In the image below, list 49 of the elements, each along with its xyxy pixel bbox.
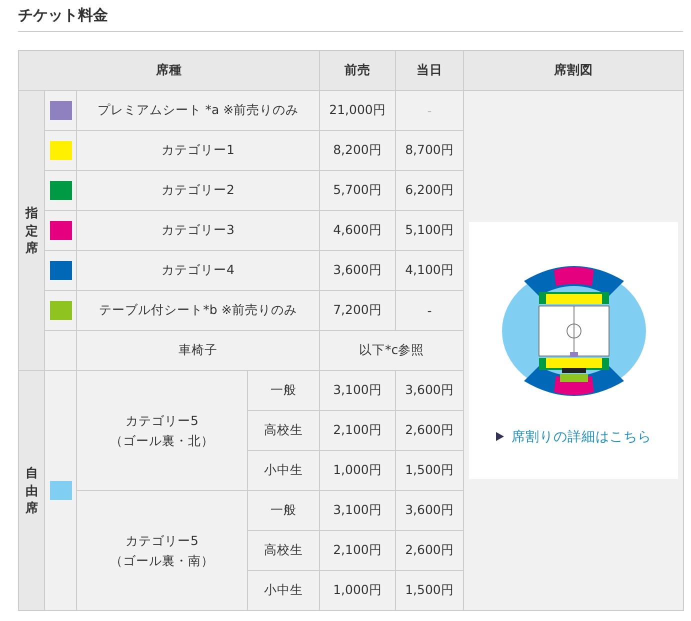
table-cell: 小中生 (248, 450, 320, 490)
table-cell: 高校生 (248, 530, 320, 570)
play-icon (496, 432, 504, 441)
table-cell: 1,500円 (396, 570, 464, 610)
column-header: 前売 (320, 50, 396, 90)
table-cell: 8,700円 (396, 130, 464, 170)
table-cell: 2,600円 (396, 410, 464, 450)
table-cell: 4,600円 (320, 210, 396, 250)
table-cell: 以下*c参照 (320, 330, 464, 370)
table-cell: 2,100円 (320, 530, 396, 570)
table-cell: カテゴリー4 (76, 250, 320, 290)
table-cell: 1,500円 (396, 450, 464, 490)
table-cell: 3,100円 (320, 370, 396, 410)
table-cell: 1,000円 (320, 450, 396, 490)
table-cell: 5,100円 (396, 210, 464, 250)
table-cell: 一般 (248, 490, 320, 530)
group-label: 指定席 (25, 204, 38, 257)
table-cell: 21,000円 (320, 90, 396, 130)
table-cell: カテゴリー2 (76, 170, 320, 210)
table-cell: 一般 (248, 370, 320, 410)
seat-map-link[interactable]: 席割りの詳細はこちら (496, 428, 652, 446)
table-cell: 4,100円 (396, 250, 464, 290)
table-cell: - (396, 290, 464, 330)
table-cell: 1,000円 (320, 570, 396, 610)
table-cell: 8,200円 (320, 130, 396, 170)
table-cell: 3,600円 (396, 370, 464, 410)
table-cell: 車椅子 (76, 330, 320, 370)
table-cell: 3,100円 (320, 490, 396, 530)
table-cell: 3,600円 (320, 250, 396, 290)
table-cell: 2,600円 (396, 530, 464, 570)
table-cell: 3,600円 (396, 490, 464, 530)
table-cell: 7,200円 (320, 290, 396, 330)
table-cell: 5,700円 (320, 170, 396, 210)
section-title: チケット料金 (18, 5, 108, 26)
group-label: 自由席 (25, 464, 38, 517)
table-cell: 6,200円 (396, 170, 464, 210)
table-cell: カテゴリー3 (76, 210, 320, 250)
table-cell: カテゴリー1 (76, 130, 320, 170)
table-cell: テーブル付シート*b ※前売りのみ (76, 290, 320, 330)
column-header: 席種 (18, 50, 320, 90)
table-cell: 2,100円 (320, 410, 396, 450)
table-cell-text: カテゴリー5 （ゴール裏・南） (110, 532, 214, 570)
column-header: 当日 (396, 50, 464, 90)
table-cell: 高校生 (248, 410, 320, 450)
table-cell: 小中生 (248, 570, 320, 610)
table-cell: - (396, 90, 464, 130)
table-cell: プレミアムシート *a ※前売りのみ (76, 90, 320, 130)
column-header: 席割図 (464, 50, 684, 90)
table-cell-text: カテゴリー5 （ゴール裏・北） (110, 412, 214, 450)
